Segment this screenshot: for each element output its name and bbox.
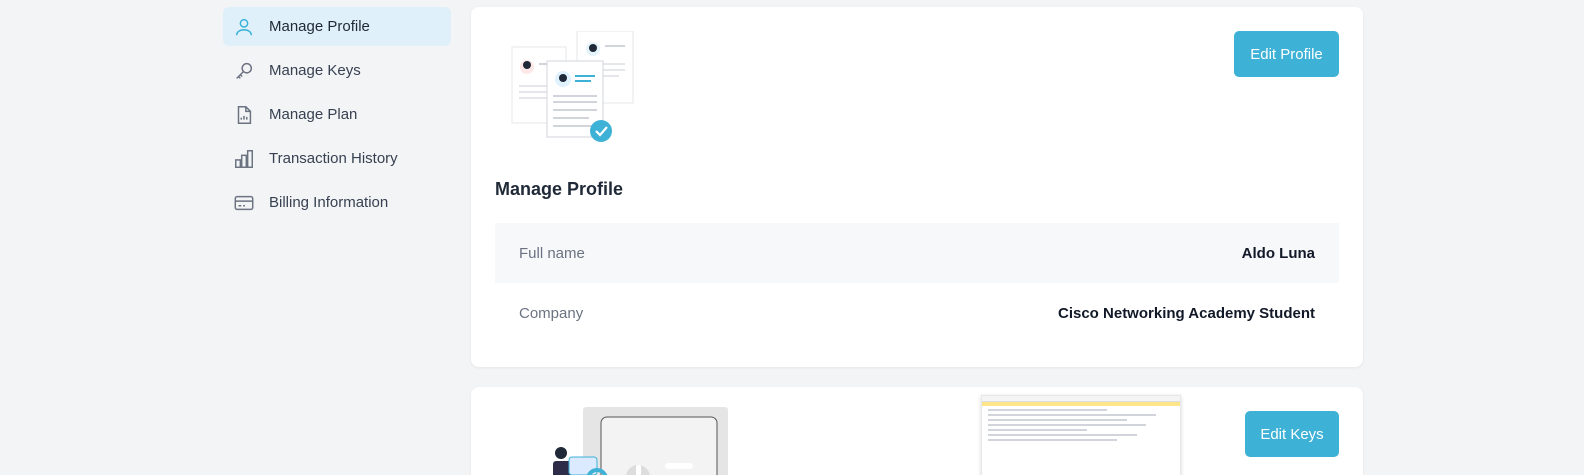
- api-screenshot-thumbnail: [981, 395, 1181, 475]
- company-value: Cisco Networking Academy Student: [1058, 304, 1315, 322]
- sidebar-item-manage-keys[interactable]: Manage Keys: [223, 51, 451, 90]
- sidebar-nav: Manage Profile Manage Keys Manage Plan T…: [223, 7, 451, 227]
- sidebar-item-label: Billing Information: [269, 194, 389, 211]
- user-icon: [233, 16, 255, 38]
- profile-row-company: Company Cisco Networking Academy Student: [495, 283, 1339, 343]
- sidebar-item-manage-profile[interactable]: Manage Profile: [223, 7, 451, 46]
- sidebar-item-label: Manage Plan: [269, 106, 358, 123]
- vault-illustration: [541, 405, 731, 475]
- sidebar-item-label: Manage Keys: [269, 62, 361, 79]
- profile-documents-illustration: [509, 30, 639, 151]
- sidebar-item-manage-plan[interactable]: Manage Plan: [223, 95, 451, 134]
- sidebar-item-label: Transaction History: [269, 150, 398, 167]
- sidebar-item-billing-information[interactable]: Billing Information: [223, 183, 451, 222]
- full-name-label: Full name: [519, 244, 585, 262]
- profile-card: Edit Profile Manage Profile Full name Al…: [471, 7, 1363, 367]
- profile-row-full-name: Full name Aldo Luna: [495, 223, 1339, 283]
- edit-keys-button[interactable]: Edit Keys: [1245, 411, 1339, 457]
- company-label: Company: [519, 304, 584, 322]
- page-title: Manage Profile: [495, 179, 624, 199]
- edit-profile-button[interactable]: Edit Profile: [1234, 31, 1339, 77]
- sidebar-item-label: Manage Profile: [269, 18, 370, 35]
- sidebar-item-transaction-history[interactable]: Transaction History: [223, 139, 451, 178]
- bar-chart-icon: [233, 148, 255, 170]
- key-icon: [233, 60, 255, 82]
- keys-card: Edit Keys: [471, 387, 1363, 475]
- full-name-value: Aldo Luna: [1241, 244, 1315, 262]
- credit-card-icon: [233, 192, 255, 214]
- document-chart-icon: [233, 104, 255, 126]
